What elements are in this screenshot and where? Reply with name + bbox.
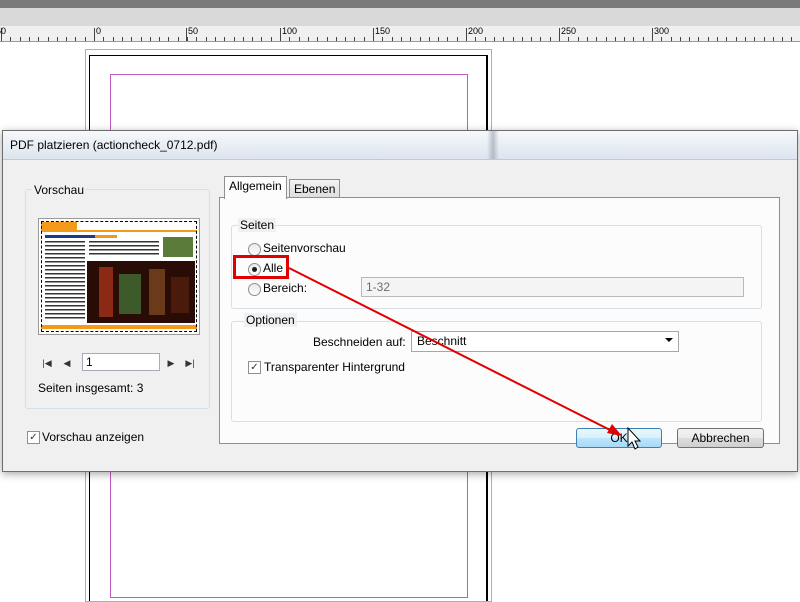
annotation-arrowhead [607,424,622,436]
mouse-cursor-icon [627,426,642,450]
tab-allgemein[interactable]: Allgemein [224,176,287,199]
annotation-overlay [288,267,642,450]
annotation-arrow-line [288,267,617,434]
